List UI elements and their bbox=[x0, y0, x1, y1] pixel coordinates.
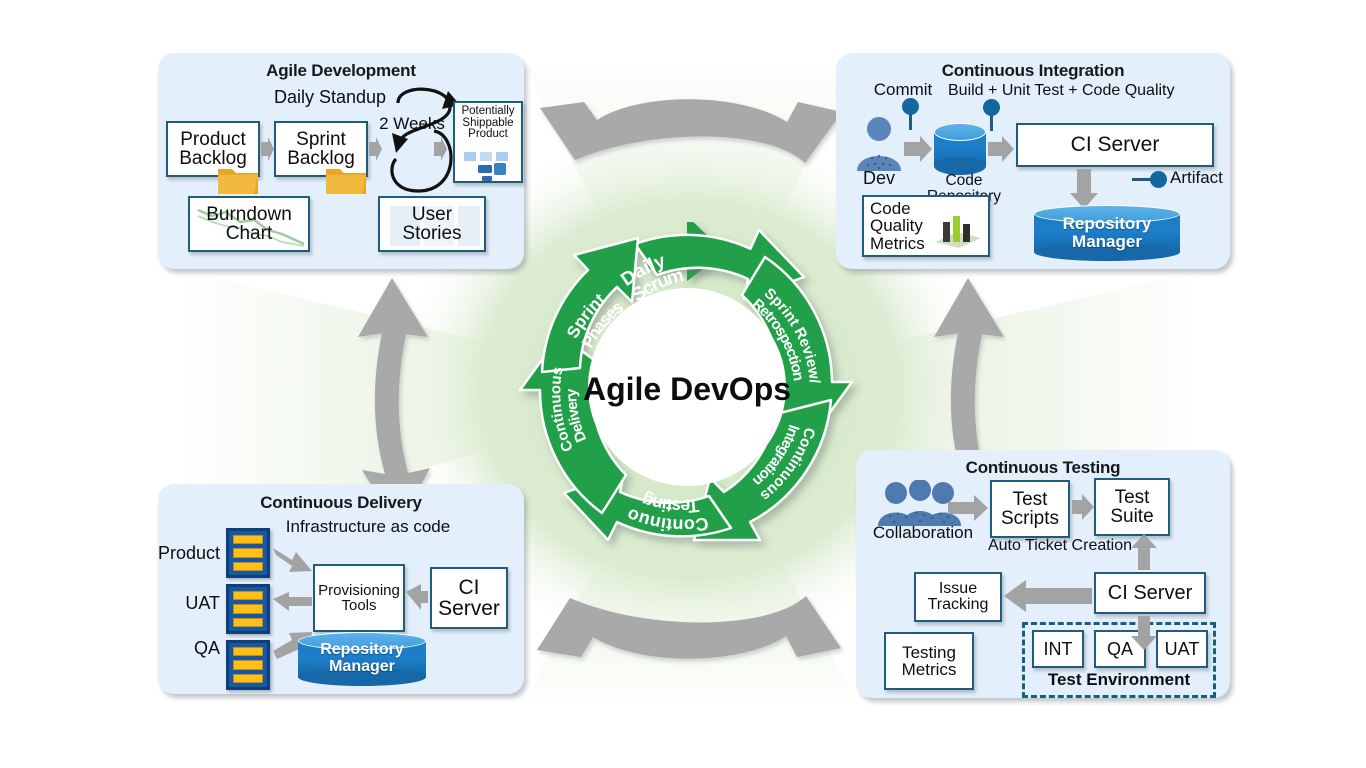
ct-flow-arrows bbox=[948, 494, 1157, 650]
repo-mgr-line2: Manager bbox=[1072, 232, 1142, 251]
repo-mgr-line1: Repository bbox=[1062, 214, 1152, 234]
user-stories-line2: Stories bbox=[402, 223, 462, 244]
cqm-line2: Quality bbox=[870, 216, 923, 236]
repository-manager-label: Repository Manager bbox=[1034, 215, 1180, 251]
panel-continuous-testing[interactable]: Continuous Testing Collaboration Test Sc… bbox=[856, 450, 1230, 698]
arrow-agile-to-ci bbox=[540, 99, 842, 163]
repository-manager-label: Repository Manager bbox=[298, 641, 426, 676]
burndown-line1: Burndown bbox=[206, 203, 292, 225]
repository-manager-cylinder-ci[interactable]: Repository Manager bbox=[1034, 205, 1180, 261]
arrow-delivery-to-testing bbox=[537, 596, 841, 659]
repo-mgr-line1: Repository bbox=[320, 641, 404, 659]
repository-manager-cylinder-cd[interactable]: Repository Manager bbox=[298, 632, 426, 686]
folder-icon-sprint-backlog bbox=[324, 161, 368, 197]
wheel-svg: Daily Scrum Sprint Review/ Retrospection… bbox=[507, 206, 854, 542]
repo-mgr-line2: Manager bbox=[329, 658, 395, 675]
panel-continuous-delivery[interactable]: Continuous Delivery Infrastructure as co… bbox=[158, 484, 524, 694]
folder-icon-product-backlog bbox=[216, 161, 260, 197]
panel-agile-development[interactable]: Agile Development Daily Standup 2 Weeks … bbox=[158, 53, 524, 269]
box-burndown-chart[interactable]: Burndown Chart bbox=[188, 196, 310, 252]
code-quality-chart-icon bbox=[935, 216, 981, 248]
user-stories-line1: User bbox=[411, 203, 453, 225]
burndown-line2: Chart bbox=[225, 223, 273, 244]
box-user-stories[interactable]: User Stories bbox=[378, 196, 486, 252]
panel-continuous-integration[interactable]: Continuous Integration Commit Build + Un… bbox=[836, 53, 1230, 269]
box-code-quality-metrics[interactable]: Code Quality Metrics bbox=[862, 195, 990, 257]
cqm-line1: Code bbox=[870, 199, 911, 218]
agile-devops-wheel[interactable]: Daily Scrum Sprint Review/ Retrospection… bbox=[507, 206, 862, 552]
cqm-line3: Metrics bbox=[870, 233, 925, 253]
devops-diagram-canvas: Agile Development Daily Standup 2 Weeks … bbox=[0, 0, 1366, 768]
